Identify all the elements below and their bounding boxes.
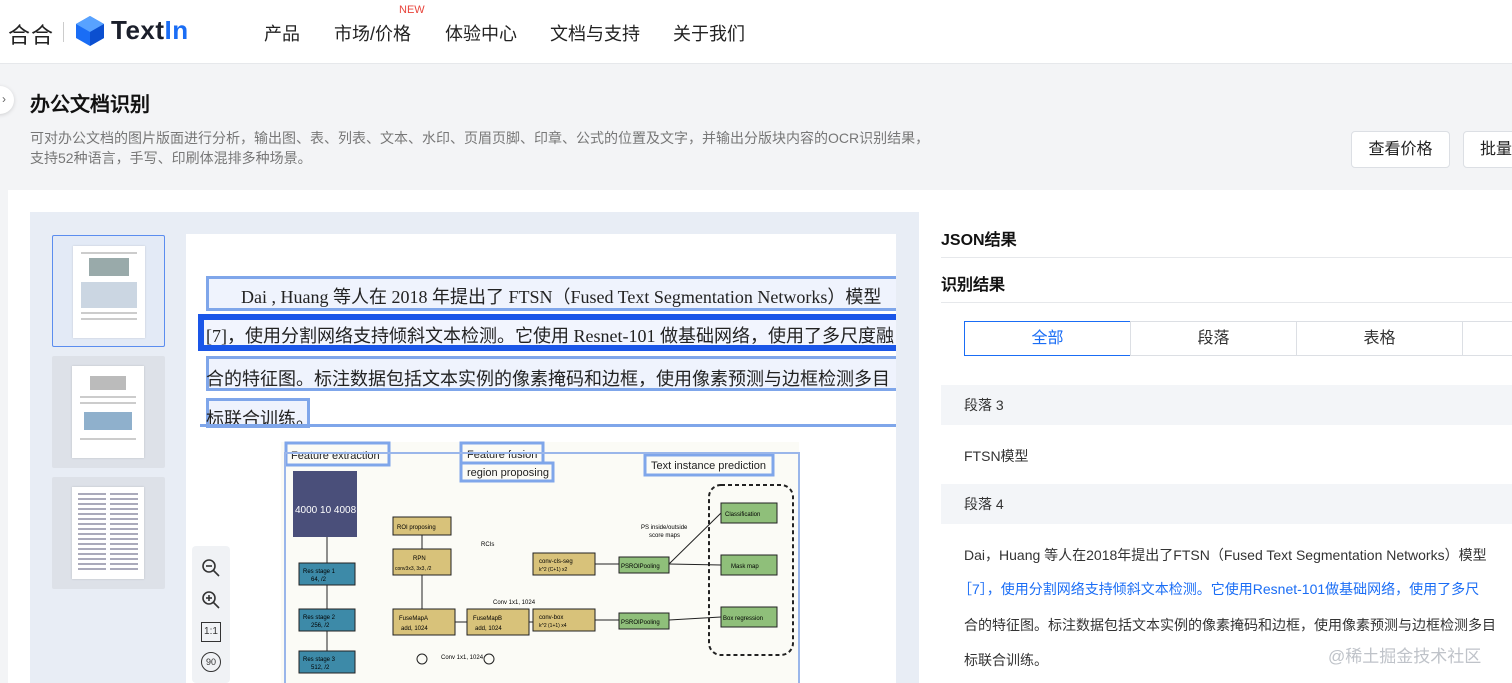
watermark: @稀土掘金技术社区 bbox=[1328, 647, 1482, 666]
paragraph-text-line[interactable]: 合的特征图。标注数据包括文本实例的像素掩码和边框，使用像素预测与边框检测多目 bbox=[964, 615, 1496, 635]
classification: Classification bbox=[725, 512, 760, 518]
res-stage-1: Res stage 1 bbox=[303, 569, 336, 575]
document-page: Dai , Huang 等人在 2018 年提出了 FTSN（Fused Tex… bbox=[186, 234, 896, 683]
recognition-result-tab[interactable]: 识别结果 bbox=[941, 271, 1005, 295]
filter-tab-all[interactable]: 全部 bbox=[964, 321, 1131, 356]
stamp-text: 4000 10 4008 bbox=[295, 505, 357, 516]
textin-logo-icon[interactable] bbox=[75, 15, 105, 47]
conv-1x1-label: Conv 1x1, 1024 bbox=[493, 600, 536, 606]
res-stage-1-sub: 64, /2 bbox=[311, 577, 327, 583]
page-thumbnail-3[interactable] bbox=[52, 477, 165, 589]
rois-label: RCIs bbox=[481, 542, 494, 548]
page-title: 办公文档识别 bbox=[30, 94, 150, 116]
feature-extraction-label: Feature extraction bbox=[291, 450, 380, 462]
zoom-in-icon[interactable] bbox=[200, 590, 222, 612]
thumbnail-page bbox=[72, 366, 144, 458]
res-stage-2: Res stage 2 bbox=[303, 615, 336, 621]
textin-logo-text[interactable]: TextIn bbox=[111, 15, 189, 46]
top-navbar: 合合 TextIn 产品 市场/价格 NEW 体验中心 文档与支持 关于我们 bbox=[0, 0, 1512, 64]
input-image bbox=[293, 471, 357, 537]
ftsn-architecture-diagram[interactable]: Feature extraction Feature fusion region… bbox=[281, 439, 801, 683]
chevron-right-icon: › bbox=[2, 92, 6, 106]
page-description: 可对办公文档的图片版面进行分析，输出图、表、列表、文本、水印、页眉页脚、印章、公… bbox=[30, 130, 930, 166]
roi-proposing: ROI proposing bbox=[397, 525, 436, 531]
conv-box-sub: k^2 (1+1) x4 bbox=[539, 623, 567, 629]
intsig-logo[interactable]: 合合 bbox=[8, 18, 54, 50]
feature-fusion-label: Feature fusion bbox=[467, 449, 537, 461]
region-proposing-label: region proposing bbox=[467, 467, 549, 479]
actual-size-icon[interactable]: 1:1 bbox=[201, 622, 221, 642]
nav-item-products[interactable]: 产品 bbox=[264, 20, 300, 46]
filter-tab-table[interactable]: 表格 bbox=[1296, 321, 1463, 356]
nav-item-about[interactable]: 关于我们 bbox=[673, 20, 745, 46]
batch-button[interactable]: 批量 bbox=[1463, 131, 1512, 168]
thumbnail-page bbox=[72, 487, 144, 579]
conv-1x1-label-b: Conv 1x1, 1024 bbox=[441, 655, 484, 661]
logo-text-in: In bbox=[164, 15, 189, 45]
psroi-pooling-1: PSROIPooling bbox=[621, 564, 660, 570]
ps-inside-outside: PS inside/outside bbox=[641, 525, 688, 531]
mask-map: Mask map bbox=[731, 564, 759, 570]
paragraph-text-line[interactable]: 标联合训练。 bbox=[964, 650, 1048, 670]
thumbnail-page bbox=[73, 246, 145, 338]
psroi-pooling-2: PSROIPooling bbox=[621, 620, 660, 626]
divider bbox=[941, 302, 1512, 303]
sidebar-expand-button[interactable]: › bbox=[0, 86, 14, 114]
res-stage-3-sub: 512, /2 bbox=[311, 665, 330, 671]
viewer-toolbar: 1:1 90 bbox=[192, 546, 230, 683]
fusemap-b: FuseMapB bbox=[473, 616, 502, 622]
page-thumbnail-2[interactable] bbox=[52, 356, 165, 468]
paragraph-text-line-selected[interactable]: ［7］，使用分割网络支持倾斜文本检测。它使用Resnet-101做基础网络，使用… bbox=[958, 579, 1479, 599]
score-maps: score maps bbox=[649, 533, 680, 539]
logo-divider bbox=[63, 22, 64, 42]
doc-text-line: [7]，使用分割网络支持倾斜文本检测。它使用 Resnet-101 做基础网络，… bbox=[206, 326, 894, 346]
conv-box: conv-box bbox=[539, 615, 563, 621]
logo-text-part: Text bbox=[111, 15, 165, 45]
conv-cls-seg-sub: k^2 (C+1) x2 bbox=[539, 567, 568, 573]
paragraph-header[interactable]: 段落 4 bbox=[941, 484, 1512, 524]
res-stage-2-sub: 256, /2 bbox=[311, 623, 330, 629]
paragraph-text-line[interactable]: Dai，Huang 等人在2018年提出了FTSN（Fused Text Seg… bbox=[964, 545, 1487, 565]
doc-text-line: 标联合训练。 bbox=[206, 409, 314, 429]
text-instance-prediction-label: Text instance prediction bbox=[651, 460, 766, 472]
divider bbox=[941, 257, 1512, 258]
json-result-tab[interactable]: JSON结果 bbox=[941, 226, 1017, 250]
nav-item-docs[interactable]: 文档与支持 bbox=[550, 20, 640, 46]
nav-item-experience[interactable]: 体验中心 bbox=[445, 20, 517, 46]
doc-text-line: 合的特征图。标注数据包括文本实例的像素掩码和边框，使用像素预测与边框检测多目 bbox=[206, 369, 890, 389]
fusemap-b-sub: add, 1024 bbox=[475, 626, 502, 632]
fusemap-a: FuseMapA bbox=[399, 616, 428, 622]
conv-cls-seg: conv-cls-seg bbox=[539, 559, 573, 565]
filter-tab-more[interactable] bbox=[1462, 321, 1512, 356]
new-badge: NEW bbox=[399, 4, 425, 16]
rotate-icon[interactable]: 90 bbox=[201, 652, 221, 672]
view-price-button[interactable]: 查看价格 bbox=[1351, 131, 1450, 168]
zoom-out-icon[interactable] bbox=[200, 558, 222, 580]
doc-text-line: Dai , Huang 等人在 2018 年提出了 FTSN（Fused Tex… bbox=[241, 287, 882, 307]
rpn-sub: conv3x3, 3x3, /2 bbox=[395, 566, 432, 572]
box-regression: Box regression bbox=[723, 616, 763, 622]
rpn: RPN bbox=[413, 556, 426, 562]
paragraph-header[interactable]: 段落 3 bbox=[941, 385, 1512, 425]
paragraph-text[interactable]: FTSN模型 bbox=[964, 446, 1029, 466]
nav-item-market-price[interactable]: 市场/价格 bbox=[334, 20, 411, 46]
res-stage-3: Res stage 3 bbox=[303, 657, 336, 663]
fusemap-a-sub: add, 1024 bbox=[401, 626, 428, 632]
page-thumbnail-1[interactable] bbox=[52, 235, 165, 347]
filter-tab-paragraph[interactable]: 段落 bbox=[1130, 321, 1297, 356]
